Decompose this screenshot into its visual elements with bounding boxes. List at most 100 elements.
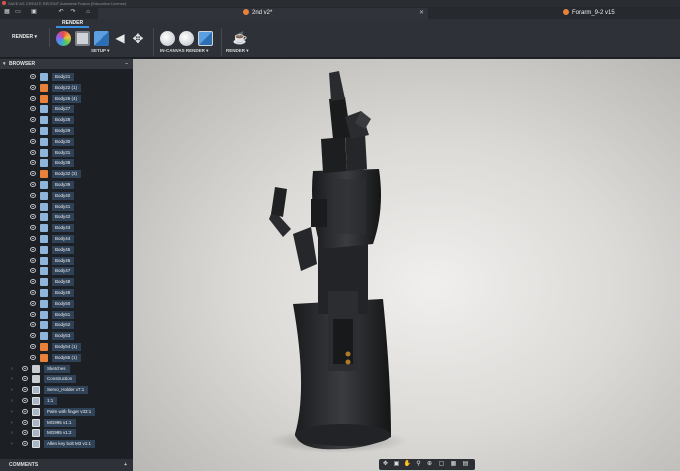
visibility-eye-icon[interactable]: [30, 171, 36, 177]
expand-caret-icon[interactable]: ›: [11, 429, 13, 437]
home-icon[interactable]: ⌂: [84, 9, 92, 16]
browser-item[interactable]: Body42: [0, 212, 133, 222]
viewports-icon[interactable]: ▤: [461, 460, 470, 469]
visibility-eye-icon[interactable]: [30, 354, 36, 360]
browser-header[interactable]: ▾ BROWSER –: [0, 59, 133, 69]
expand-caret-icon[interactable]: ›: [11, 397, 13, 405]
visibility-eye-icon[interactable]: [30, 246, 36, 252]
browser-item[interactable]: Body51: [0, 310, 133, 320]
workspace-switcher[interactable]: RENDER ▾: [4, 28, 50, 47]
browser-item[interactable]: Body26 (4): [0, 94, 133, 104]
redo-icon[interactable]: ↷: [69, 9, 77, 16]
tab-2nd-v2[interactable]: 2nd v2* ✕: [98, 8, 428, 19]
visibility-eye-icon[interactable]: [30, 74, 36, 79]
browser-item[interactable]: Body39: [0, 180, 133, 190]
grid-settings-icon[interactable]: ▦: [449, 460, 458, 469]
browser-item[interactable]: Body31: [0, 148, 133, 158]
visibility-eye-icon[interactable]: [30, 214, 36, 220]
visibility-eye-icon[interactable]: [30, 149, 36, 155]
teapot-render-icon[interactable]: ☕: [232, 31, 248, 46]
group-render-label[interactable]: RENDER ▾: [226, 48, 249, 54]
visibility-eye-icon[interactable]: [30, 268, 36, 274]
browser-item[interactable]: Body21: [0, 72, 133, 82]
browser-item[interactable]: Body27: [0, 104, 133, 114]
display-settings-icon[interactable]: ▢: [437, 460, 446, 469]
grid-icon[interactable]: ▦: [3, 9, 11, 16]
expand-caret-icon[interactable]: ›: [11, 386, 13, 394]
zoom-icon[interactable]: ⚲: [414, 460, 423, 469]
visibility-eye-icon[interactable]: [30, 192, 36, 198]
browser-item[interactable]: Body50: [0, 299, 133, 309]
expand-caret-icon[interactable]: ›: [11, 365, 13, 373]
visibility-eye-icon[interactable]: [22, 376, 28, 382]
visibility-eye-icon[interactable]: [30, 106, 36, 112]
visibility-eye-icon[interactable]: [30, 225, 36, 231]
visibility-eye-icon[interactable]: [30, 128, 36, 133]
zoom-window-icon[interactable]: ⊕: [425, 460, 434, 469]
visibility-eye-icon[interactable]: [22, 387, 28, 393]
texture-map-icon[interactable]: [94, 31, 109, 46]
visibility-eye-icon[interactable]: [22, 365, 28, 371]
browser-item[interactable]: › Allen key bolt M3 v1:1: [0, 439, 133, 449]
browser-item[interactable]: Body22 (1): [0, 83, 133, 93]
visibility-eye-icon[interactable]: [22, 430, 28, 436]
browser-item[interactable]: Body46: [0, 256, 133, 266]
browser-item[interactable]: Body44: [0, 234, 133, 244]
browser-item[interactable]: Body53: [0, 331, 133, 341]
visibility-eye-icon[interactable]: [30, 257, 36, 263]
visibility-eye-icon[interactable]: [30, 279, 36, 285]
visibility-eye-icon[interactable]: [22, 408, 28, 414]
pan-icon[interactable]: ✋: [403, 460, 412, 469]
move-icon[interactable]: ✥: [131, 31, 145, 46]
expand-caret-icon[interactable]: ›: [11, 440, 13, 448]
browser-item[interactable]: Body49: [0, 288, 133, 298]
visibility-eye-icon[interactable]: [30, 344, 36, 349]
robotic-hand-model[interactable]: [133, 59, 680, 471]
visibility-eye-icon[interactable]: [30, 95, 36, 101]
browser-item[interactable]: › MG995 v1:2: [0, 428, 133, 438]
visibility-eye-icon[interactable]: [22, 441, 28, 447]
expand-caret-icon[interactable]: ›: [11, 419, 13, 427]
group-setup-label[interactable]: SETUP ▾: [91, 48, 109, 54]
browser-item[interactable]: › Sketches: [0, 364, 133, 374]
comments-panel[interactable]: COMMENTS +: [0, 459, 133, 471]
visibility-eye-icon[interactable]: [30, 182, 36, 187]
capture-image-icon[interactable]: [198, 31, 213, 46]
browser-item[interactable]: Body29: [0, 126, 133, 136]
browser-item[interactable]: › 1:1: [0, 396, 133, 406]
look-at-icon[interactable]: ▣: [392, 460, 401, 469]
canvas-viewport[interactable]: [133, 59, 680, 471]
browser-item[interactable]: Body45: [0, 245, 133, 255]
render-settings-icon[interactable]: [179, 31, 194, 46]
browser-item[interactable]: › MG995 v1:1: [0, 418, 133, 428]
chevron-down-icon[interactable]: ▾: [3, 59, 6, 69]
tab-render[interactable]: RENDER: [56, 19, 90, 28]
scene-settings-icon[interactable]: [75, 31, 90, 46]
visibility-eye-icon[interactable]: [30, 84, 36, 90]
visibility-eye-icon[interactable]: [30, 203, 36, 209]
save-icon[interactable]: ▣: [30, 9, 38, 16]
browser-item[interactable]: › Palm with finger v33:1: [0, 407, 133, 417]
in-canvas-render-icon[interactable]: [160, 31, 175, 46]
browser-item[interactable]: Body41: [0, 202, 133, 212]
visibility-eye-icon[interactable]: [22, 398, 28, 403]
visibility-eye-icon[interactable]: [30, 138, 36, 144]
browser-item[interactable]: Body38: [0, 158, 133, 168]
close-icon[interactable]: ✕: [419, 8, 424, 19]
visibility-eye-icon[interactable]: [30, 311, 36, 317]
browser-item[interactable]: › Construction: [0, 374, 133, 384]
visibility-eye-icon[interactable]: [30, 160, 36, 166]
collapse-icon[interactable]: –: [125, 59, 128, 69]
file-icon[interactable]: ▭: [14, 9, 22, 16]
appearance-icon[interactable]: [56, 31, 71, 46]
browser-item[interactable]: Body32 (3): [0, 169, 133, 179]
visibility-eye-icon[interactable]: [30, 117, 36, 123]
decal-icon[interactable]: ◀: [114, 31, 126, 46]
orbit-icon[interactable]: ✥: [381, 460, 390, 469]
browser-item[interactable]: Body55 (1): [0, 353, 133, 363]
browser-item[interactable]: Body43: [0, 223, 133, 233]
expand-caret-icon[interactable]: ›: [11, 375, 13, 383]
browser-item[interactable]: Body28: [0, 115, 133, 125]
undo-icon[interactable]: ↶: [57, 9, 65, 16]
browser-item[interactable]: Body48: [0, 277, 133, 287]
